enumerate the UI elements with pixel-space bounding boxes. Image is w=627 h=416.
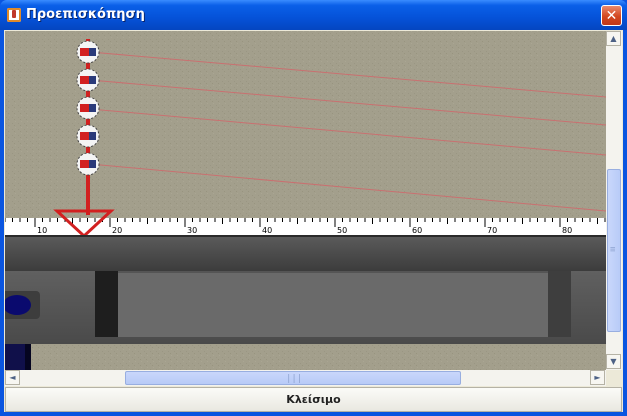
title-bar[interactable]: Προεπισκόπηση ✕ (0, 0, 627, 30)
bead-marker (76, 40, 100, 64)
chevron-left-icon: ◄ (9, 373, 16, 382)
vertical-scrollbar[interactable]: ▲ ≡ ▼ (606, 31, 622, 370)
close-button[interactable]: Κλείσιμο (5, 387, 622, 412)
bead-marker (76, 152, 100, 176)
ruler-label: 60 (412, 226, 422, 235)
base-slot (118, 271, 548, 337)
chevron-down-icon: ▼ (610, 357, 617, 366)
base-slot-left (95, 271, 118, 337)
preview-canvas: 10 20 30 40 50 60 70 80 (5, 31, 606, 370)
bead-marker (76, 68, 100, 92)
slide-rail (5, 235, 606, 271)
preview-window: Προεπισκόπηση ✕ 10 20 30 40 50 60 70 80 … (0, 0, 627, 416)
java-cup-icon (7, 8, 21, 22)
window-title: Προεπισκόπηση (26, 7, 145, 22)
horizontal-scrollbar[interactable]: ◄ ||| ► (5, 370, 606, 386)
ruler-label: 10 (37, 226, 47, 235)
scroll-up-button[interactable]: ▲ (606, 31, 621, 46)
ruler-label: 70 (487, 226, 497, 235)
chevron-up-icon: ▲ (610, 34, 617, 43)
grip-icon: ||| (286, 374, 303, 384)
close-icon: ✕ (605, 8, 618, 24)
ruler-label: 80 (562, 226, 572, 235)
scroll-down-button[interactable]: ▼ (606, 354, 621, 369)
chevron-right-icon: ► (594, 373, 601, 382)
preview-scene: 10 20 30 40 50 60 70 80 (5, 31, 606, 370)
scroll-corner (606, 370, 622, 386)
ruler-label: 20 (112, 226, 122, 235)
base-slot-right (548, 271, 571, 337)
ruler-label: 50 (337, 226, 347, 235)
vertical-scroll-thumb[interactable]: ≡ (607, 169, 621, 332)
bead-marker (76, 124, 100, 148)
scroll-right-button[interactable]: ► (590, 370, 605, 385)
ruler-label: 30 (187, 226, 197, 235)
ruler-label: 40 (262, 226, 272, 235)
horizontal-scroll-thumb[interactable]: ||| (125, 371, 461, 385)
close-window-button[interactable]: ✕ (601, 5, 622, 26)
grip-icon: ≡ (610, 245, 616, 255)
bead-marker (76, 96, 100, 120)
scroll-left-button[interactable]: ◄ (5, 370, 20, 385)
window-client-area: 10 20 30 40 50 60 70 80 ▲ ≡ ▼ ◄ ||| ► Κλ… (4, 30, 623, 412)
